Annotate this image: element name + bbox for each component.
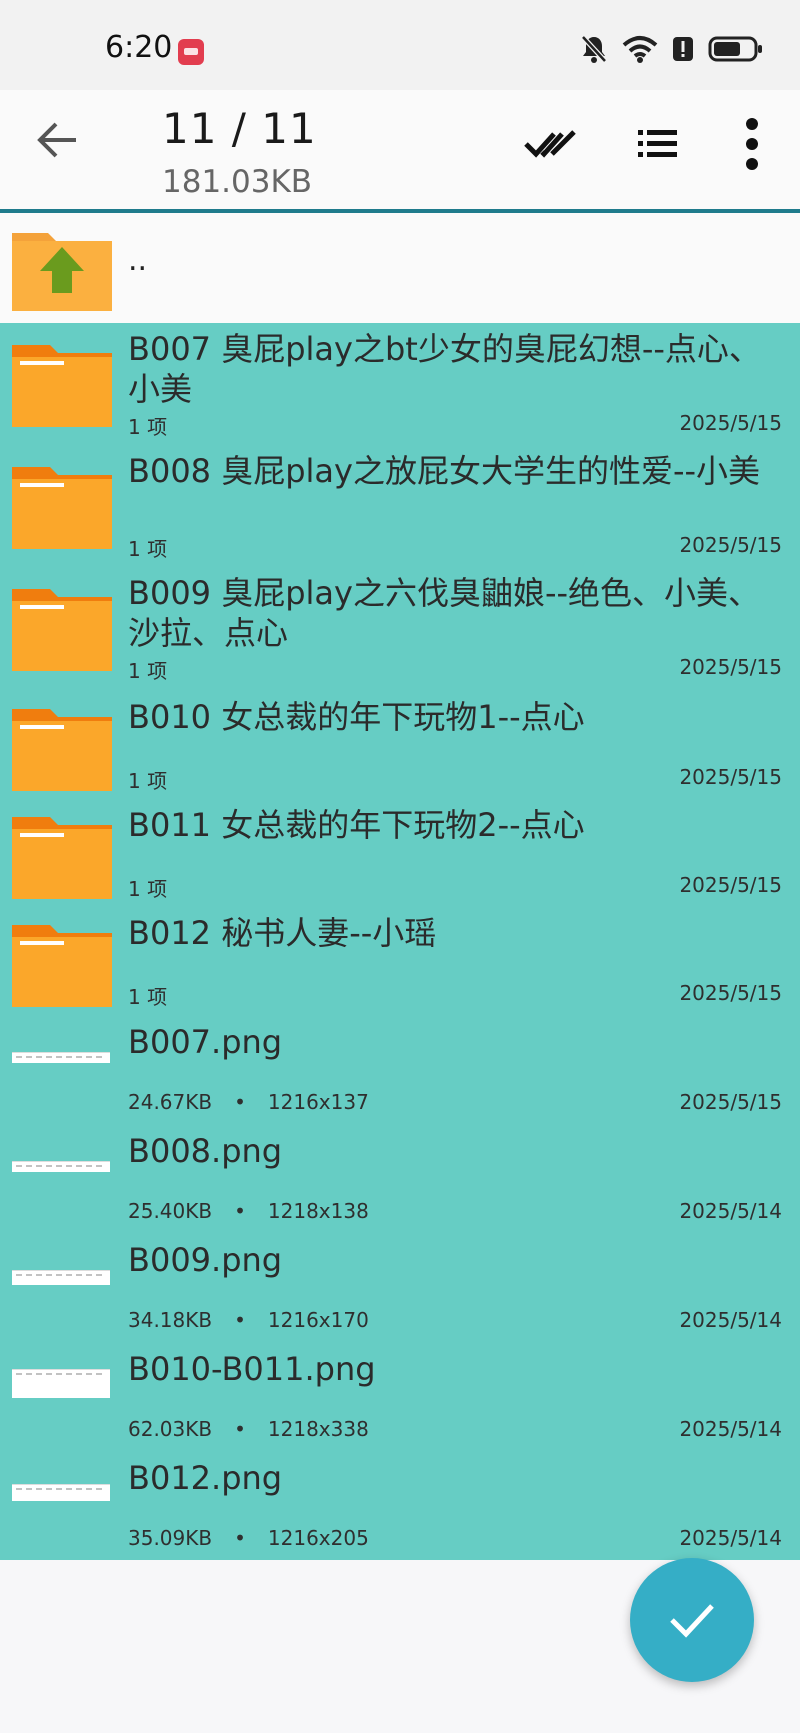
item-date: 2025/5/14: [679, 1199, 782, 1223]
file-row[interactable]: B012.png 35.09KB • 1216x205 2025/5/14: [0, 1450, 800, 1560]
image-thumbnail: [12, 1052, 110, 1063]
folder-icon: [12, 467, 112, 549]
item-meta: 1 项: [128, 877, 168, 901]
select-all-button[interactable]: [522, 116, 578, 172]
file-size: 35.09KB: [128, 1526, 213, 1550]
list-view-button[interactable]: [630, 116, 686, 172]
folder-icon: [12, 345, 112, 427]
file-list: .. B007 臭屁play之bt少女的臭屁幻想--点心、小美 1 项 2025/5…: [0, 213, 800, 1560]
status-icons: [580, 34, 764, 64]
folder-icon: [12, 589, 112, 671]
confirm-fab[interactable]: [630, 1558, 754, 1682]
item-name: B008 臭屁play之放屁女大学生的性爱--小美: [128, 452, 761, 490]
wifi-icon: [622, 36, 658, 63]
item-name: B010 女总裁的年下玩物1--点心: [128, 698, 585, 736]
item-date: 2025/5/15: [679, 981, 782, 1005]
folder-icon: [12, 925, 112, 1007]
item-meta: 24.67KB • 1216x137: [128, 1090, 369, 1114]
item-meta: 1 项: [128, 769, 168, 793]
selection-count: 11 / 11: [162, 104, 317, 153]
image-dimensions: 1218x138: [267, 1199, 369, 1223]
file-size: 62.03KB: [128, 1417, 213, 1441]
item-meta: 1 项: [128, 985, 168, 1009]
image-dimensions: 1216x170: [267, 1308, 369, 1332]
item-name: B009.png: [128, 1241, 283, 1279]
item-name: B009 臭屁play之六伐臭鼬娘--绝色、小美、沙拉、点心: [128, 574, 761, 652]
item-meta: 62.03KB • 1218x338: [128, 1417, 369, 1441]
image-thumbnail: [12, 1161, 110, 1172]
parent-directory-label: ..: [128, 243, 148, 278]
image-dimensions: 1216x205: [267, 1526, 369, 1550]
item-meta: 25.40KB • 1218x138: [128, 1199, 369, 1223]
status-time: 6:20: [105, 30, 173, 65]
more-options-button[interactable]: [724, 116, 780, 172]
app-bar: 11 / 11 181.03KB: [0, 90, 800, 210]
folder-row[interactable]: B011 女总裁的年下玩物2--点心 1 项 2025/5/15: [0, 797, 800, 905]
image-dimensions: 1216x137: [267, 1090, 369, 1114]
folder-icon: [12, 709, 112, 791]
item-meta: 1 项: [128, 659, 168, 683]
more-icon: [746, 118, 758, 170]
folder-row[interactable]: B012 秘书人妻--小瑶 1 项 2025/5/15: [0, 905, 800, 1014]
meta-separator: •: [234, 1417, 246, 1441]
image-dimensions: 1218x338: [267, 1417, 369, 1441]
alert-icon: [673, 37, 693, 61]
item-date: 2025/5/15: [679, 873, 782, 897]
folder-up-icon: [12, 233, 112, 311]
item-name: B007.png: [128, 1023, 283, 1061]
item-meta: 1 项: [128, 537, 168, 561]
folder-row[interactable]: B010 女总裁的年下玩物1--点心 1 项 2025/5/15: [0, 689, 800, 797]
item-meta: 34.18KB • 1216x170: [128, 1308, 369, 1332]
file-row[interactable]: B009.png 34.18KB • 1216x170 2025/5/14: [0, 1232, 800, 1341]
file-size: 25.40KB: [128, 1199, 213, 1223]
image-thumbnail: [12, 1270, 110, 1285]
item-name: B012 秘书人妻--小瑶: [128, 914, 437, 952]
item-name: B010-B011.png: [128, 1350, 376, 1388]
item-date: 2025/5/15: [679, 1090, 782, 1114]
select-all-icon: [524, 130, 576, 158]
meta-separator: •: [234, 1308, 246, 1332]
item-date: 2025/5/14: [679, 1417, 782, 1441]
meta-separator: •: [234, 1090, 246, 1114]
file-row[interactable]: B008.png 25.40KB • 1218x138 2025/5/14: [0, 1123, 800, 1232]
file-row[interactable]: B010-B011.png 62.03KB • 1218x338 2025/5/14: [0, 1341, 800, 1450]
selection-size: 181.03KB: [162, 164, 313, 200]
battery-icon: [708, 36, 762, 62]
file-row[interactable]: B007.png 24.67KB • 1216x137 2025/5/15: [0, 1014, 800, 1123]
item-meta: 35.09KB • 1216x205: [128, 1526, 369, 1550]
file-size: 34.18KB: [128, 1308, 213, 1332]
check-icon: [670, 1604, 714, 1638]
item-date: 2025/5/15: [679, 533, 782, 557]
item-name: B011 女总裁的年下玩物2--点心: [128, 806, 585, 844]
item-meta: 1 项: [128, 415, 168, 439]
image-thumbnail: [12, 1369, 110, 1398]
folder-row[interactable]: B008 臭屁play之放屁女大学生的性爱--小美 1 项 2025/5/15: [0, 445, 800, 567]
file-size: 24.67KB: [128, 1090, 213, 1114]
item-date: 2025/5/15: [679, 411, 782, 435]
folder-row[interactable]: B007 臭屁play之bt少女的臭屁幻想--点心、小美 1 项 2025/5/15: [0, 323, 800, 445]
item-name: B007 臭屁play之bt少女的臭屁幻想--点心、小美: [128, 330, 761, 408]
parent-directory-row[interactable]: ..: [0, 213, 800, 323]
image-thumbnail: [12, 1484, 110, 1501]
list-view-icon: [638, 130, 677, 157]
back-button[interactable]: [30, 112, 86, 168]
app-badge-icon: [178, 39, 204, 65]
status-bar: 6:20: [0, 0, 800, 90]
selected-items: B007 臭屁play之bt少女的臭屁幻想--点心、小美 1 项 2025/5/15…: [0, 323, 800, 1560]
folder-icon: [12, 817, 112, 899]
item-date: 2025/5/15: [679, 655, 782, 679]
item-date: 2025/5/15: [679, 765, 782, 789]
bell-muted-icon: [581, 35, 607, 63]
item-name: B008.png: [128, 1132, 283, 1170]
item-date: 2025/5/14: [679, 1308, 782, 1332]
item-name: B012.png: [128, 1459, 283, 1497]
folder-row[interactable]: B009 臭屁play之六伐臭鼬娘--绝色、小美、沙拉、点心 1 项 2025/5/…: [0, 567, 800, 689]
meta-separator: •: [234, 1199, 246, 1223]
meta-separator: •: [234, 1526, 246, 1550]
back-icon: [37, 122, 76, 158]
item-date: 2025/5/14: [679, 1526, 782, 1550]
